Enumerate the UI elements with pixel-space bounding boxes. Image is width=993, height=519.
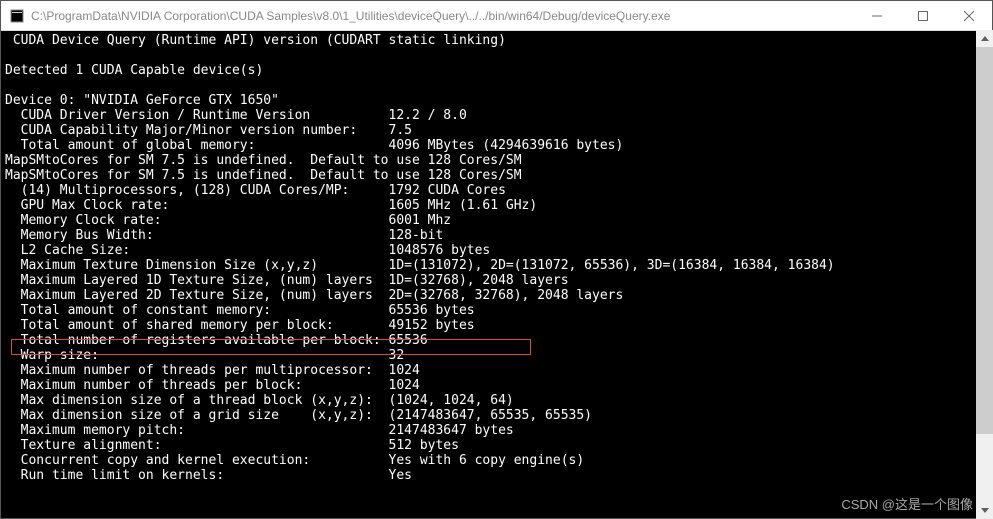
window-controls: [854, 1, 992, 30]
vertical-scrollbar[interactable]: [976, 30, 993, 519]
titlebar[interactable]: C:\ProgramData\NVIDIA Corporation\CUDA S…: [1, 1, 992, 31]
maximize-button[interactable]: [900, 1, 946, 30]
scroll-thumb[interactable]: [976, 47, 993, 434]
close-button[interactable]: [946, 1, 992, 30]
watermark: CSDN @这是一个图像: [841, 494, 973, 513]
app-icon: [9, 8, 25, 24]
scroll-down-button[interactable]: [976, 502, 993, 519]
window-title: C:\ProgramData\NVIDIA Corporation\CUDA S…: [31, 9, 854, 23]
scroll-track[interactable]: [976, 47, 993, 502]
app-window: C:\ProgramData\NVIDIA Corporation\CUDA S…: [0, 0, 993, 519]
scroll-up-button[interactable]: [976, 30, 993, 47]
minimize-button[interactable]: [854, 1, 900, 30]
console-output: CUDA Device Query (Runtime API) version …: [1, 31, 992, 518]
